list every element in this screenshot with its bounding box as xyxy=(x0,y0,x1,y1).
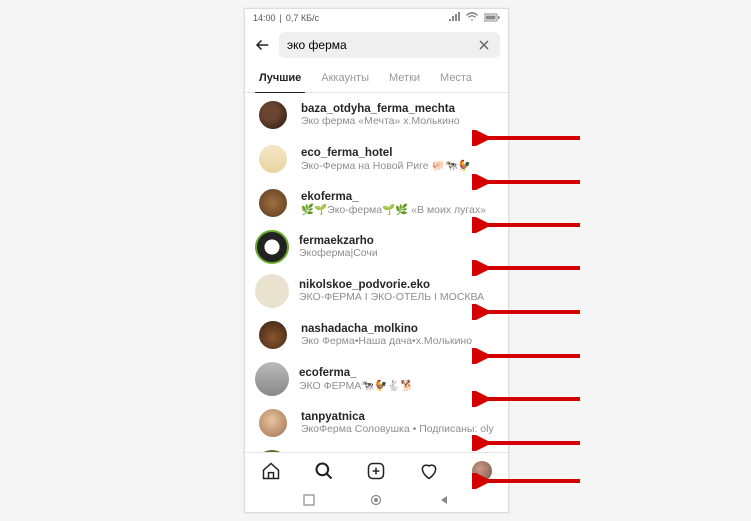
result-subtitle: Эко Ферма•Наша дача•х.Молькино xyxy=(301,335,498,347)
result-username: ekoferma_ xyxy=(301,191,498,203)
result-username: baza_otdyha_ferma_mechta xyxy=(301,103,498,115)
avatar[interactable] xyxy=(257,319,289,351)
result-subtitle: Экоферма|Сочи xyxy=(299,247,498,259)
avatar[interactable] xyxy=(257,143,289,175)
result-subtitle: Эко ферма «Мечта» х.Молькино xyxy=(301,115,498,127)
result-row[interactable]: baza_otdyha_ferma_mechta Эко ферма «Мечт… xyxy=(245,93,508,137)
avatar[interactable] xyxy=(257,407,289,439)
tab-accounts[interactable]: Аккаунты xyxy=(311,63,379,92)
nav-create-icon[interactable] xyxy=(365,460,387,482)
search-row xyxy=(245,27,508,63)
result-row[interactable]: nashadacha_molkino Эко Ферма•Наша дача•х… xyxy=(245,313,508,357)
search-box[interactable] xyxy=(279,32,500,58)
search-tabs: Лучшие Аккаунты Метки Места xyxy=(245,63,508,93)
wifi-icon xyxy=(466,12,478,24)
android-nav-bar xyxy=(245,488,508,512)
result-row[interactable]: tanpyatnica ЭкоФерма Соловушка • Подписа… xyxy=(245,401,508,445)
back-button[interactable] xyxy=(253,35,273,55)
search-results: baza_otdyha_ferma_mechta Эко ферма «Мечт… xyxy=(245,93,508,452)
result-username: fermaekzarho xyxy=(299,235,498,247)
android-back-button[interactable] xyxy=(437,493,451,507)
result-row[interactable]: zelen_gel ЭКО🥦ФЕРМА xyxy=(245,445,508,452)
nav-home-icon[interactable] xyxy=(260,460,282,482)
avatar[interactable] xyxy=(255,274,289,308)
result-username: nashadacha_molkino xyxy=(301,323,498,335)
result-subtitle: Эко-Ферма на Новой Риге 🐖🐄🐓 xyxy=(301,159,498,172)
search-input[interactable] xyxy=(287,38,476,52)
nav-activity-icon[interactable] xyxy=(418,460,440,482)
tab-tags[interactable]: Метки xyxy=(379,63,430,92)
tab-top[interactable]: Лучшие xyxy=(249,63,311,92)
result-subtitle: 🌿🌱Эко-ферма🌱🌿 «В моих лугах» xyxy=(301,203,498,216)
result-username: tanpyatnica xyxy=(301,411,498,423)
android-home-button[interactable] xyxy=(369,493,383,507)
avatar[interactable] xyxy=(257,187,289,219)
result-username: eco_ferma_hotel xyxy=(301,147,498,159)
status-bar: 14:00 | 0,7 КБ/с xyxy=(245,9,508,27)
clear-search-button[interactable] xyxy=(476,37,492,53)
status-divider: | xyxy=(280,13,282,23)
result-username: ecoferma_ xyxy=(299,367,498,379)
result-row[interactable]: fermaekzarho Экоферма|Сочи xyxy=(245,225,508,269)
status-netspeed: 0,7 КБ/с xyxy=(286,13,319,23)
tab-places[interactable]: Места xyxy=(430,63,482,92)
result-subtitle: ЭКО-ФЕРМА I ЭКО-ОТЕЛЬ I МОСКВА xyxy=(299,291,498,303)
result-row[interactable]: nikolskoe_podvorie.eko ЭКО-ФЕРМА I ЭКО-О… xyxy=(245,269,508,313)
result-row[interactable]: eco_ferma_hotel Эко-Ферма на Новой Риге … xyxy=(245,137,508,181)
bottom-nav xyxy=(245,452,508,488)
battery-icon xyxy=(484,13,500,24)
status-time: 14:00 xyxy=(253,13,276,23)
result-subtitle: ЭКО ФЕРМА🐄🐓🐇🐕 xyxy=(299,379,498,392)
android-recent-button[interactable] xyxy=(302,493,316,507)
avatar[interactable] xyxy=(255,230,289,264)
phone-frame: 14:00 | 0,7 КБ/с Лучшие А xyxy=(244,8,509,513)
avatar[interactable] xyxy=(257,99,289,131)
result-username: nikolskoe_podvorie.eko xyxy=(299,279,498,291)
nav-search-icon[interactable] xyxy=(313,460,335,482)
nav-profile-icon[interactable] xyxy=(471,460,493,482)
avatar[interactable] xyxy=(255,362,289,396)
result-row[interactable]: ecoferma_ ЭКО ФЕРМА🐄🐓🐇🐕 xyxy=(245,357,508,401)
result-row[interactable]: ekoferma_ 🌿🌱Эко-ферма🌱🌿 «В моих лугах» xyxy=(245,181,508,225)
result-subtitle: ЭкоФерма Соловушка • Подписаны: oly xyxy=(301,423,498,435)
signal-icon xyxy=(448,12,460,24)
